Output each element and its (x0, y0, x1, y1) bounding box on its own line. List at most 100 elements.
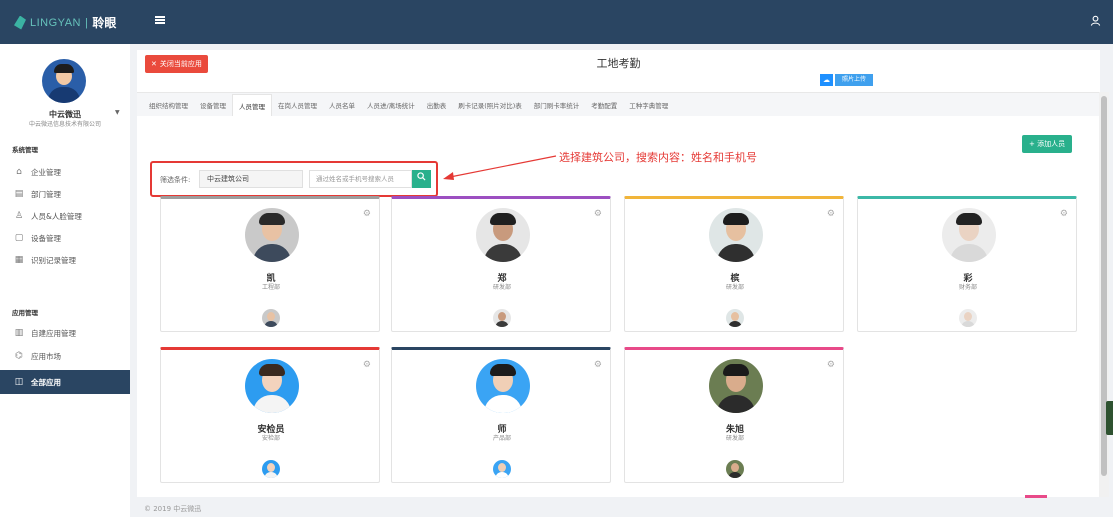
brand-latin: LINGYAN (30, 16, 81, 29)
person-thumbnail[interactable] (493, 460, 511, 478)
tab-attendance-sheet[interactable]: 出勤表 (421, 94, 453, 116)
sidebar-item-label: 企业管理 (31, 167, 61, 177)
person-card[interactable]: ⚙ 师产品部 (391, 347, 611, 483)
record-icon: ▦ (14, 255, 24, 265)
footer-copyright: © 2019 中云微迅 (144, 505, 202, 513)
annotation-arrow (443, 155, 557, 180)
sidebar-item-person-face[interactable]: ♙ 人员&人脸管理 (0, 205, 130, 227)
search-button[interactable] (412, 170, 431, 188)
gear-icon[interactable]: ⚙ (363, 209, 371, 219)
department-icon: ▤ (14, 189, 24, 199)
person-dept: 财务部 (958, 284, 977, 291)
person-dept: 研发部 (725, 435, 744, 442)
person-card[interactable]: ⚙ 凯工程部 (160, 196, 380, 332)
gear-icon[interactable]: ⚙ (827, 360, 835, 370)
person-photo (709, 359, 763, 413)
brand-separator: | (84, 16, 89, 29)
person-card[interactable]: ⚙ 朱旭 研发部 (624, 347, 844, 483)
tab-dept-card-rate[interactable]: 部门刷卡率统计 (528, 94, 586, 116)
sidebar-item-label: 部门管理 (31, 189, 61, 199)
market-icon: ⌬ (15, 351, 23, 361)
person-photo (245, 208, 299, 262)
person-dept: 安检部 (261, 435, 280, 442)
sidebar-item-label: 自建应用管理 (31, 328, 76, 338)
user-company: 中云微迅信息技术有限公司 (28, 121, 101, 128)
home-icon: ⌂ (16, 167, 22, 177)
tab-card-records[interactable]: 刷卡记录(照片对比)表 (452, 94, 528, 116)
logo-mark-icon (14, 15, 26, 30)
sidebar-item-label: 应用市场 (31, 351, 61, 361)
person-dept: 产品部 (492, 435, 511, 442)
sidebar-item-label: 人员&人脸管理 (31, 211, 82, 221)
person-icon: ♙ (14, 211, 24, 221)
person-card[interactable]: ⚙ 安检员 安检部 (160, 347, 380, 483)
person-thumbnail[interactable] (493, 309, 511, 327)
person-dept: 研发部 (725, 284, 744, 291)
person-photo (476, 208, 530, 262)
search-input[interactable]: 通过姓名或手机号搜索人员 (309, 170, 412, 188)
person-photo (709, 208, 763, 262)
person-card[interactable]: ⚙ 郑研发部 (391, 196, 611, 332)
sidebar-item-department[interactable]: ▤ 部门管理 (0, 183, 130, 205)
avatar[interactable] (42, 59, 86, 103)
sidebar-item-record[interactable]: ▦ 识别记录管理 (0, 249, 130, 271)
person-card[interactable]: ⚙ 槟研发部 (624, 196, 844, 332)
tab-personnel[interactable]: 人员管理 (232, 94, 272, 116)
gear-icon[interactable]: ⚙ (363, 360, 371, 370)
sidebar-item-company[interactable]: ⌂ 企业管理 (0, 161, 130, 183)
person-thumbnail[interactable] (726, 309, 744, 327)
upload-label: 照片上传 (835, 74, 874, 86)
person-photo (245, 359, 299, 413)
person-thumbnail[interactable] (262, 309, 280, 327)
person-thumbnail[interactable] (262, 460, 280, 478)
sidebar: 中云微迅 ▼ 中云微迅信息技术有限公司 系统管理 ⌂ 企业管理 ▤ 部门管理 ♙ 人员… (0, 44, 130, 517)
filter-label: 筛选条件: (160, 176, 191, 184)
gear-icon[interactable]: ⚙ (1060, 209, 1068, 219)
device-icon: ▢ (14, 233, 24, 243)
page-title: 工地考勤 (596, 57, 641, 70)
tab-bar: 组织结构管理 设备管理 人员管理 在岗人员管理 人员名单 人员进/离场统计 出勤… (137, 92, 1100, 116)
tab-roster[interactable]: 人员名单 (323, 94, 361, 116)
brand-chinese: 聆眼 (92, 16, 117, 30)
company-select[interactable]: 中云建筑公司 (199, 170, 303, 188)
logo[interactable]: LINGYAN | 聆眼 (14, 14, 116, 31)
person-thumbnail[interactable] (726, 460, 744, 478)
tab-attendance-config[interactable]: 考勤配置 (585, 94, 623, 116)
hamburger-icon[interactable] (155, 16, 165, 24)
upload-icon: ☁ (820, 74, 833, 86)
person-thumbnail[interactable] (959, 309, 977, 327)
group-title-apps: 应用管理 (12, 309, 38, 317)
sidebar-item-label: 识别记录管理 (31, 255, 76, 265)
sidebar-item-label: 设备管理 (31, 233, 61, 243)
tab-org-structure[interactable]: 组织结构管理 (143, 94, 194, 116)
side-handle[interactable] (1106, 401, 1113, 435)
accent-bar (1025, 495, 1047, 498)
top-bar: LINGYAN | 聆眼 (0, 0, 1113, 44)
user-icon[interactable] (1090, 15, 1101, 29)
sidebar-item-device[interactable]: ▢ 设备管理 (0, 227, 130, 249)
person-card[interactable]: ⚙ 彩财务部 (857, 196, 1077, 332)
person-dept: 工程部 (261, 284, 280, 291)
sidebar-item-market[interactable]: ⌬ 应用市场 (0, 345, 130, 367)
gear-icon[interactable]: ⚙ (594, 209, 602, 219)
search-icon (417, 172, 426, 181)
group-title-system: 系统管理 (12, 146, 38, 154)
person-dept: 研发部 (492, 284, 511, 291)
tab-job-dictionary[interactable]: 工种字典管理 (623, 94, 674, 116)
apps-icon: ◫ (14, 377, 24, 387)
tab-entry-exit-stats[interactable]: 人员进/离场统计 (361, 94, 421, 116)
sidebar-item-all-apps[interactable]: ◫ 全部应用 (0, 370, 130, 394)
gear-icon[interactable]: ⚙ (594, 360, 602, 370)
chevron-down-icon[interactable]: ▼ (115, 109, 120, 116)
tab-device[interactable]: 设备管理 (194, 94, 232, 116)
add-person-button[interactable]: + 添加人员 (1022, 135, 1073, 153)
tab-on-duty[interactable]: 在岗人员管理 (272, 94, 323, 116)
sidebar-item-label: 全部应用 (31, 377, 61, 387)
grid-icon: ▥ (14, 328, 24, 338)
sidebar-item-custom-apps[interactable]: ▥ 自建应用管理 (0, 322, 130, 344)
annotation-text: 选择建筑公司，搜索内容：姓名和手机号 (559, 151, 757, 164)
main-panel: ✕ 关闭当前应用 工地考勤 ☁ 照片上传 组织结构管理 设备管理 人员管理 在岗人… (137, 50, 1100, 497)
gear-icon[interactable]: ⚙ (827, 209, 835, 219)
filter-bar: 筛选条件: 中云建筑公司 通过姓名或手机号搜索人员 (150, 161, 438, 197)
photo-upload-button[interactable]: ☁ 照片上传 (820, 74, 874, 86)
